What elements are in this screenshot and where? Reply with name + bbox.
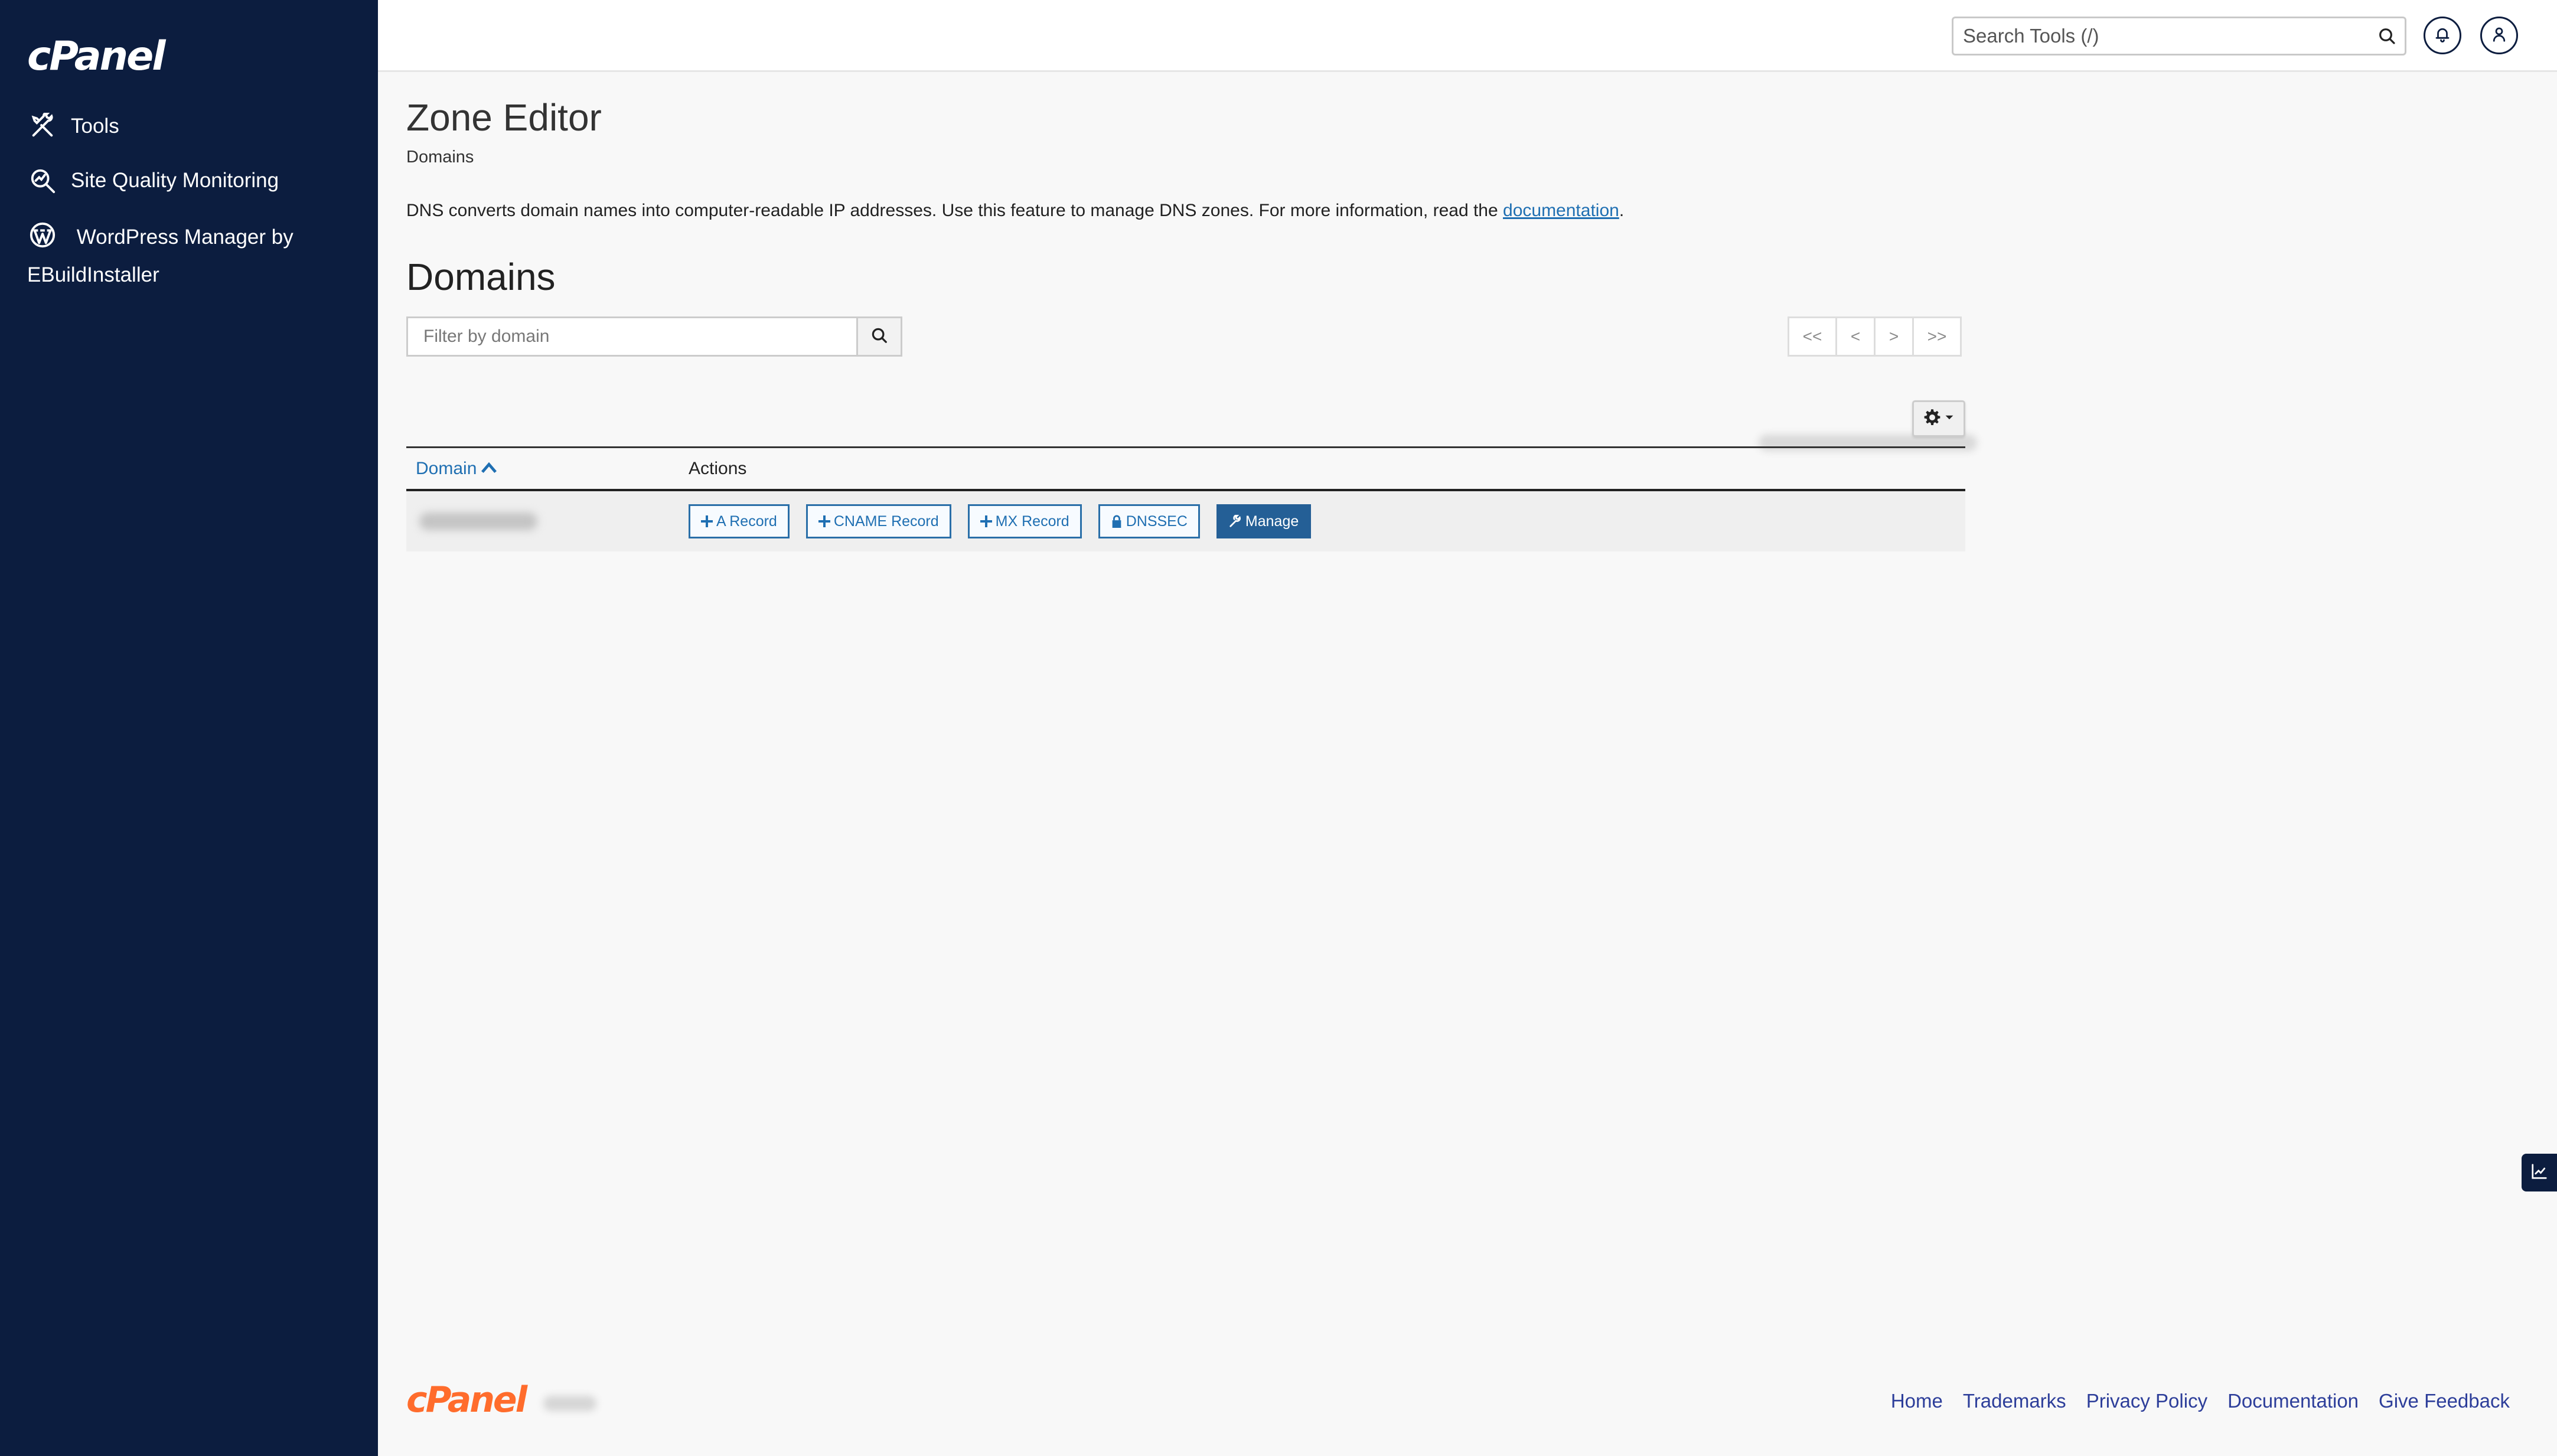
documentation-link[interactable]: documentation bbox=[1503, 201, 1619, 220]
settings-dropdown-button[interactable] bbox=[1912, 400, 1965, 437]
top-bar bbox=[378, 0, 2557, 72]
search-tools-box bbox=[1952, 17, 2406, 56]
cpanel-logo[interactable]: cPanel bbox=[27, 33, 166, 80]
add-a-record-button[interactable]: A Record bbox=[689, 504, 790, 538]
notifications-button[interactable] bbox=[2424, 17, 2461, 54]
redacted-domain-name bbox=[419, 512, 537, 530]
manage-button[interactable]: Manage bbox=[1216, 504, 1312, 538]
footer-cpanel-logo[interactable]: cPanel bbox=[406, 1379, 527, 1421]
section-title: Domains bbox=[406, 256, 556, 298]
sidebar-item-tools-label: Tools bbox=[71, 115, 119, 138]
pager-first-button[interactable]: << bbox=[1788, 316, 1837, 357]
actions-column-header: Actions bbox=[689, 458, 747, 478]
footer-links: Home Trademarks Privacy Policy Documenta… bbox=[1871, 1390, 2510, 1412]
chart-icon bbox=[2530, 1163, 2548, 1183]
row-actions: A Record CNAME Record MX Record DNSSEC M… bbox=[689, 504, 1328, 538]
sidebar-item-tools[interactable]: Tools bbox=[27, 107, 119, 145]
pagination: << < > >> bbox=[1788, 316, 1962, 357]
dnssec-button[interactable]: DNSSEC bbox=[1098, 504, 1200, 538]
sidebar-item-site-quality-monitoring[interactable]: Site Quality Monitoring bbox=[27, 162, 279, 200]
search-icon bbox=[870, 327, 888, 347]
footer-link-privacy-policy[interactable]: Privacy Policy bbox=[2086, 1390, 2207, 1412]
breadcrumb: Domains bbox=[406, 148, 474, 167]
pager-next-button[interactable]: > bbox=[1874, 316, 1914, 357]
plus-icon bbox=[818, 515, 830, 527]
pager-prev-button[interactable]: < bbox=[1835, 316, 1876, 357]
sidebar: cPanel Tools Site Quality Monitoring Wor… bbox=[0, 0, 378, 1456]
tools-icon bbox=[27, 111, 58, 142]
user-icon bbox=[2490, 25, 2508, 46]
search-icon[interactable] bbox=[2369, 27, 2405, 45]
redacted-version bbox=[543, 1396, 596, 1411]
filter-search-button[interactable] bbox=[856, 316, 902, 357]
wrench-icon bbox=[1229, 515, 1241, 527]
domain-column-label: Domain bbox=[416, 458, 477, 478]
sort-ascending-icon bbox=[481, 459, 497, 479]
domain-filter bbox=[406, 316, 902, 357]
dnssec-label: DNSSEC bbox=[1126, 512, 1188, 530]
analytics-side-tab[interactable] bbox=[2522, 1154, 2557, 1191]
add-cname-record-label: CNAME Record bbox=[833, 512, 939, 530]
add-mx-record-label: MX Record bbox=[995, 512, 1069, 530]
add-a-record-label: A Record bbox=[716, 512, 777, 530]
bell-icon bbox=[2434, 25, 2451, 46]
search-tools-input[interactable] bbox=[1953, 18, 2369, 54]
lock-icon bbox=[1112, 515, 1121, 528]
cpanel-logo-text: cPanel bbox=[27, 33, 166, 80]
gear-icon bbox=[1923, 409, 1941, 429]
plus-icon bbox=[701, 515, 713, 527]
footer-link-documentation[interactable]: Documentation bbox=[2227, 1390, 2359, 1412]
caret-down-icon bbox=[1945, 413, 1954, 425]
wordpress-icon bbox=[27, 220, 58, 250]
table-row: A Record CNAME Record MX Record DNSSEC M… bbox=[406, 491, 1965, 551]
plus-icon bbox=[980, 515, 992, 527]
domains-table: Domain Actions A Record CNAME Record MX … bbox=[406, 446, 1965, 551]
pager-last-button[interactable]: >> bbox=[1912, 316, 1962, 357]
magnifier-chart-icon bbox=[27, 165, 58, 196]
sidebar-item-site-quality-monitoring-label: Site Quality Monitoring bbox=[71, 169, 279, 192]
sidebar-item-wordpress-manager[interactable]: WordPress Manager by EBuildInstaller bbox=[27, 216, 358, 294]
user-account-button[interactable] bbox=[2480, 17, 2518, 54]
table-header: Domain Actions bbox=[406, 446, 1965, 491]
add-cname-record-button[interactable]: CNAME Record bbox=[805, 504, 951, 538]
add-mx-record-button[interactable]: MX Record bbox=[967, 504, 1082, 538]
manage-label: Manage bbox=[1245, 512, 1299, 530]
domain-cell bbox=[406, 512, 689, 530]
footer-link-give-feedback[interactable]: Give Feedback bbox=[2379, 1390, 2510, 1412]
description-suffix: . bbox=[1619, 201, 1625, 220]
description-text: DNS converts domain names into computer-… bbox=[406, 201, 1503, 220]
footer-link-home[interactable]: Home bbox=[1891, 1390, 1943, 1412]
domain-column-header[interactable]: Domain bbox=[406, 459, 689, 479]
filter-domain-input[interactable] bbox=[406, 316, 856, 357]
sidebar-item-wordpress-manager-label: WordPress Manager by EBuildInstaller bbox=[27, 226, 293, 286]
footer-link-trademarks[interactable]: Trademarks bbox=[1963, 1390, 2066, 1412]
page-description: DNS converts domain names into computer-… bbox=[406, 201, 1624, 221]
page-title: Zone Editor bbox=[406, 96, 602, 139]
